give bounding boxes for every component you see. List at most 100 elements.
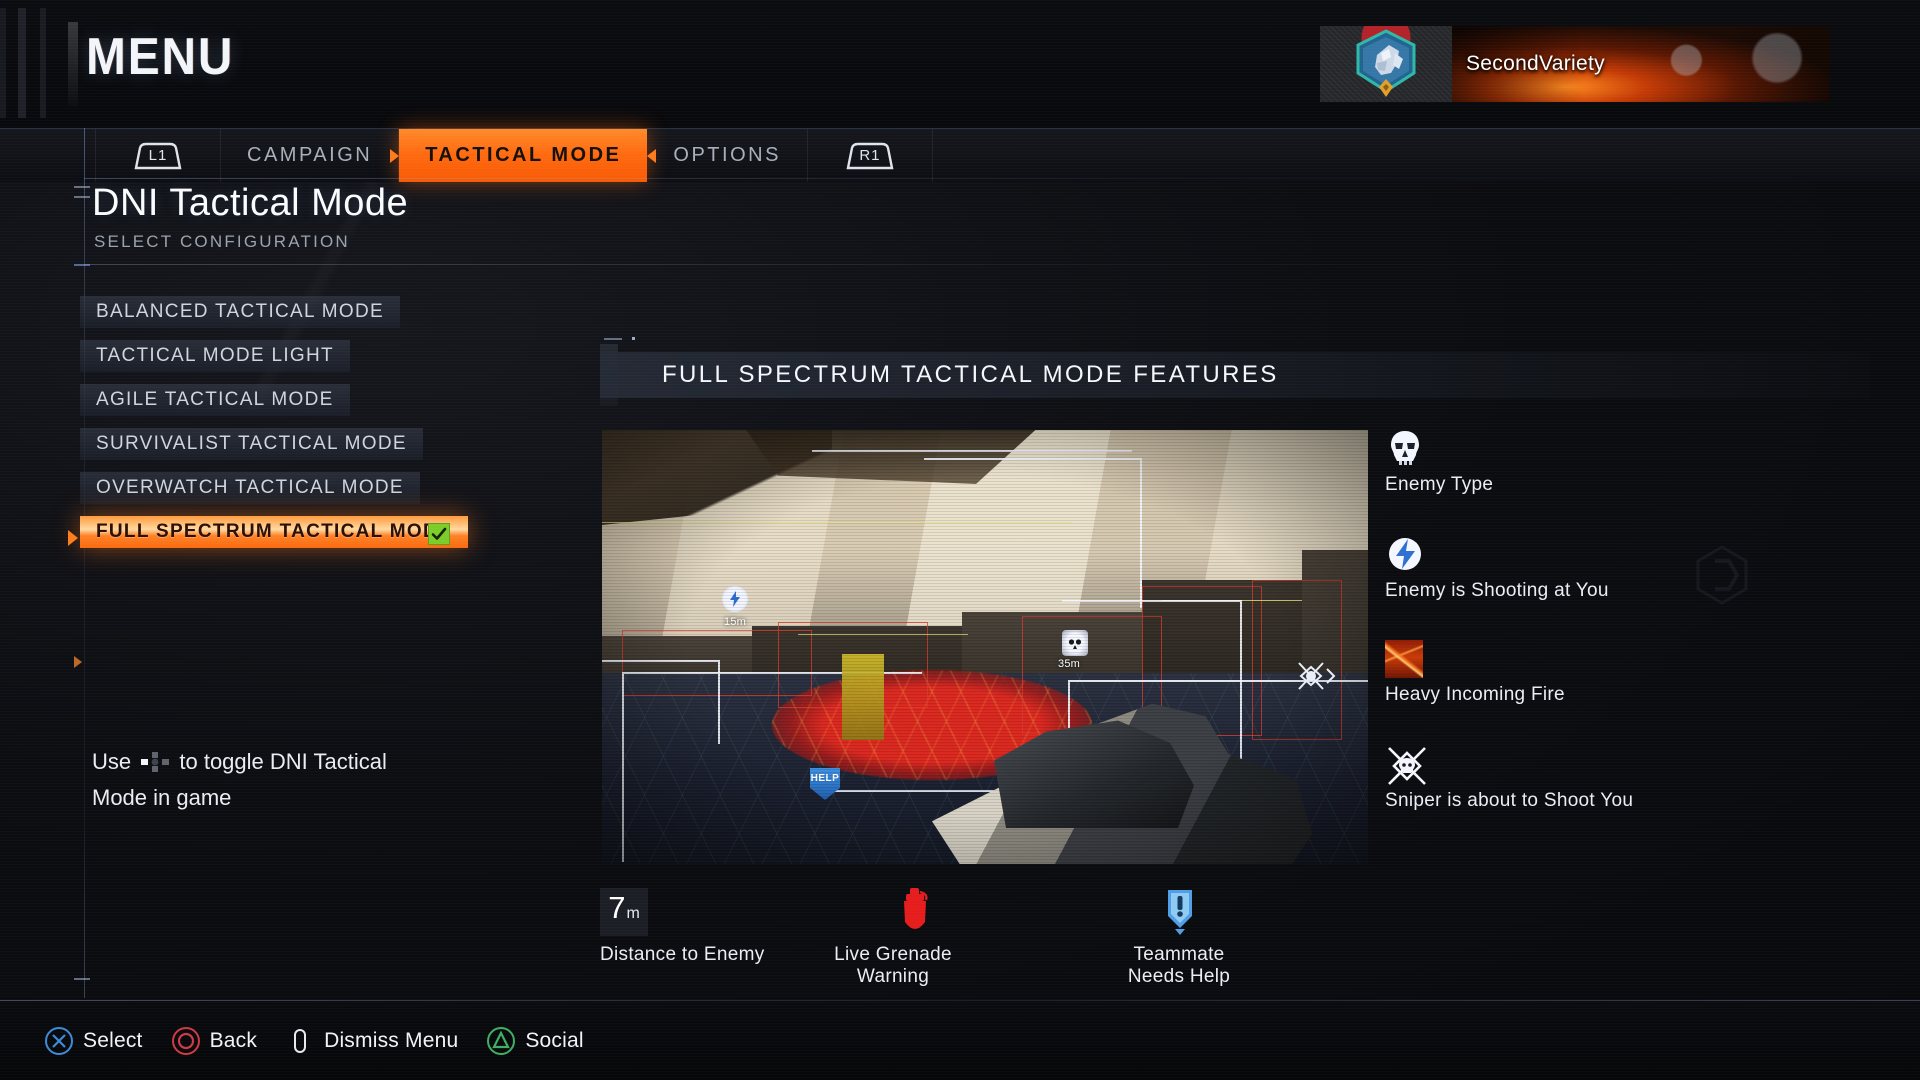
nav-right-bumper[interactable]: R1 xyxy=(808,129,933,182)
features-panel-title: FULL SPECTRUM TACTICAL MODE FEATURES xyxy=(662,361,1279,388)
r1-bumper-icon: R1 xyxy=(842,142,898,170)
grenade-icon-wrap xyxy=(855,888,975,936)
page-title: DNI Tactical Mode xyxy=(92,182,409,224)
footer-button-bar: Select Back Dismiss Menu Social xyxy=(0,1001,1920,1080)
legend-item-enemy-shooting: Enemy is Shooting at You xyxy=(1385,534,1855,602)
config-enabled-checkbox[interactable] xyxy=(428,523,450,545)
check-icon xyxy=(431,527,447,540)
tab-tactical-mode-label: TACTICAL MODE xyxy=(425,144,622,166)
main-nav-bar: L1 CAMPAIGN TACTICAL MODE OPTIONS R1 xyxy=(0,128,1920,182)
footer-label-back: Back xyxy=(209,1028,258,1052)
list-item[interactable]: SURVIVALIST TACTICAL MODE xyxy=(80,428,480,472)
list-item[interactable]: TACTICAL MODE LIGHT xyxy=(80,340,480,384)
heading-divider-top xyxy=(84,178,1920,179)
rail-tick xyxy=(74,978,90,980)
panel-tick xyxy=(604,338,622,340)
tracer-fire-icon xyxy=(1385,640,1423,678)
player-card[interactable]: SecondVariety xyxy=(1320,26,1830,102)
list-item-selected[interactable]: FULL SPECTRUM TACTICAL MODE xyxy=(68,516,480,560)
legend-item-heavy-fire: Heavy Incoming Fire xyxy=(1385,640,1855,706)
l1-bumper-icon: L1 xyxy=(130,142,186,170)
tab-campaign-label: CAMPAIGN xyxy=(247,144,373,166)
panel-tick xyxy=(632,337,635,340)
tab-options-label: OPTIONS xyxy=(673,144,781,166)
lion-crest-emblem-icon xyxy=(1356,29,1416,97)
features-side-legend: Enemy Type Enemy is Shooting at You Heav… xyxy=(1385,428,1855,850)
page-subtitle: SELECT CONFIGURATION xyxy=(94,232,350,251)
config-list: BALANCED TACTICAL MODE TACTICAL MODE LIG… xyxy=(68,296,480,560)
list-item[interactable]: BALANCED TACTICAL MODE xyxy=(80,296,480,340)
dpad-left-icon xyxy=(140,748,170,772)
legend-label-enemy-shooting: Enemy is Shooting at You xyxy=(1385,580,1609,601)
skull-icon xyxy=(1385,428,1425,468)
distance-unit: m xyxy=(626,905,640,922)
toggle-help-text: Use to toggle DNI Tactical Mode in game xyxy=(92,744,422,816)
footer-label-dismiss: Dismiss Menu xyxy=(324,1028,459,1052)
nav-left-bumper[interactable]: L1 xyxy=(96,129,221,182)
legend-label-heavy-fire: Heavy Incoming Fire xyxy=(1385,684,1565,705)
legend-item-sniper: Sniper is about to Shoot You xyxy=(1385,744,1855,812)
list-item[interactable]: AGILE TACTICAL MODE xyxy=(80,384,480,428)
options-button-icon xyxy=(285,1026,315,1056)
selection-caret-icon xyxy=(68,530,78,546)
config-option-light[interactable]: TACTICAL MODE LIGHT xyxy=(80,340,350,372)
footer-button-social[interactable]: Social xyxy=(486,1026,584,1056)
legend-item-teammate-help: Teammate Needs Help xyxy=(1120,888,1254,988)
rail-selection-pointer-icon xyxy=(74,656,82,668)
features-bottom-legend: 7 m Distance to Enemy Live Grenade Warni… xyxy=(600,888,1420,987)
teammate-help-icon-wrap xyxy=(1120,888,1240,936)
legend-item-enemy-type: Enemy Type xyxy=(1385,428,1855,496)
legend-item-grenade: Live Grenade Warning xyxy=(834,888,975,988)
config-option-balanced[interactable]: BALANCED TACTICAL MODE xyxy=(80,296,400,328)
rail-tick xyxy=(74,196,90,198)
legend-label-teammate-help: Teammate Needs Help xyxy=(1127,944,1231,987)
player-emblem-box xyxy=(1320,26,1452,102)
list-item[interactable]: OVERWATCH TACTICAL MODE xyxy=(80,472,480,516)
legend-label-sniper: Sniper is about to Shoot You xyxy=(1385,790,1634,811)
help-text-after: to toggle DNI Tactical xyxy=(179,749,387,774)
legend-label-grenade: Live Grenade Warning xyxy=(834,944,952,987)
lightning-bolt-icon xyxy=(1385,534,1425,574)
circle-button-icon xyxy=(171,1026,201,1056)
sniper-marker-overlay-icon xyxy=(1297,661,1337,691)
features-panel-header: FULL SPECTRUM TACTICAL MODE FEATURES xyxy=(600,352,1870,398)
distance-chip-icon: 7 m xyxy=(600,888,648,936)
footer-button-dismiss[interactable]: Dismiss Menu xyxy=(285,1026,458,1056)
help-text-line2: Mode in game xyxy=(92,785,232,810)
nav-right-spacer xyxy=(933,129,1920,182)
footer-label-social: Social xyxy=(525,1028,584,1052)
config-option-agile[interactable]: AGILE TACTICAL MODE xyxy=(80,384,350,416)
sniper-skull-icon xyxy=(1385,744,1426,785)
legend-label-distance: Distance to Enemy xyxy=(600,944,765,965)
top-header: MENU SecondVariety xyxy=(0,0,1920,128)
footer-label-select: Select xyxy=(83,1028,143,1052)
header-decoration xyxy=(0,8,96,118)
triangle-button-icon xyxy=(486,1026,516,1056)
l1-bumper-label: L1 xyxy=(148,147,168,164)
rail-tick xyxy=(74,264,90,266)
config-option-full-spectrum[interactable]: FULL SPECTRUM TACTICAL MODE xyxy=(80,516,468,548)
teammate-help-icon xyxy=(1168,890,1192,935)
left-rail-line xyxy=(84,128,85,998)
gameplay-preview-image: 15m 35m HELP xyxy=(602,430,1368,864)
tab-options[interactable]: OPTIONS xyxy=(647,129,808,182)
tab-campaign[interactable]: CAMPAIGN xyxy=(221,129,400,182)
preview-vignette xyxy=(602,430,1368,864)
config-option-survivalist[interactable]: SURVIVALIST TACTICAL MODE xyxy=(80,428,423,460)
heading-divider-bottom xyxy=(84,264,1920,265)
grenade-icon xyxy=(904,888,928,929)
r1-bumper-label: R1 xyxy=(859,147,881,164)
nav-left-spacer xyxy=(0,129,96,182)
player-card-art: SecondVariety xyxy=(1452,26,1830,102)
help-text-before: Use xyxy=(92,749,132,774)
tab-tactical-mode[interactable]: TACTICAL MODE xyxy=(399,129,648,182)
footer-button-select[interactable]: Select xyxy=(44,1026,143,1056)
config-option-overwatch[interactable]: OVERWATCH TACTICAL MODE xyxy=(80,472,420,504)
legend-label-enemy-type: Enemy Type xyxy=(1385,474,1494,495)
distance-value: 7 xyxy=(608,890,626,925)
rail-tick xyxy=(74,186,90,188)
legend-item-distance: 7 m Distance to Enemy xyxy=(600,888,765,966)
footer-button-back[interactable]: Back xyxy=(171,1026,258,1056)
cross-button-icon xyxy=(44,1026,74,1056)
player-gamertag: SecondVariety xyxy=(1466,52,1605,75)
